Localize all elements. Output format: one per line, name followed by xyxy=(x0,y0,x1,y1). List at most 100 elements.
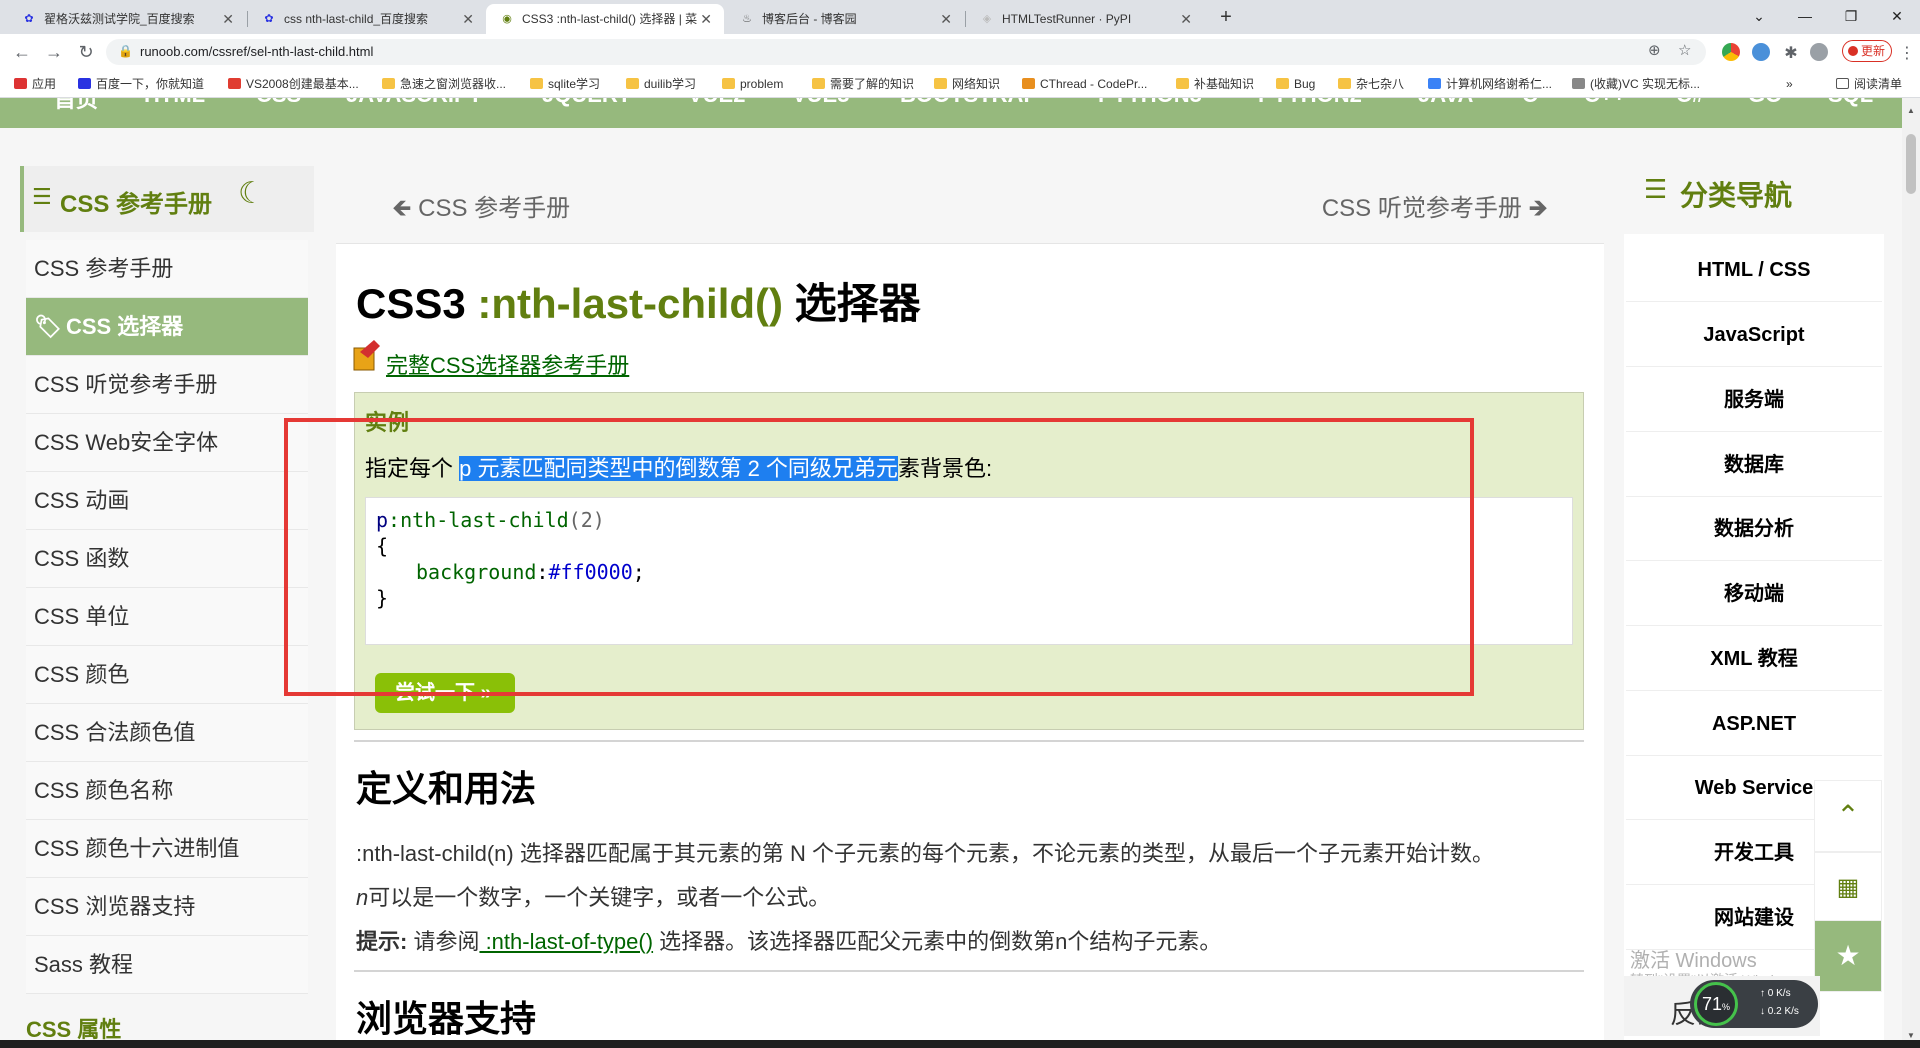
extensions-puzzle-icon[interactable]: ✱ xyxy=(1782,43,1800,62)
translate-extension-icon[interactable] xyxy=(1752,43,1770,61)
bookmark-folder[interactable]: 急速之窗浏览器收... xyxy=(382,70,506,98)
nav-item[interactable]: VUE3 xyxy=(792,98,849,108)
back-icon[interactable]: ← xyxy=(8,38,36,66)
sidebar-item[interactable]: CSS 动画 xyxy=(26,472,308,530)
close-icon[interactable]: ✕ xyxy=(700,4,712,34)
csdn-icon xyxy=(228,78,241,89)
sidebar-item[interactable]: Sass 教程 xyxy=(26,936,308,994)
bookmark-folder[interactable]: duilib学习 xyxy=(626,70,696,98)
nav-item[interactable]: VUE2 xyxy=(688,98,745,108)
category-item[interactable]: 服务端 xyxy=(1626,368,1882,432)
sidebar-item[interactable]: CSS 浏览器支持 xyxy=(26,878,308,936)
folder-icon xyxy=(1276,78,1289,89)
nav-item[interactable]: SQL xyxy=(1828,98,1873,108)
bookmark-item[interactable]: VS2008创建最基本... xyxy=(228,70,359,98)
bookmark-folder[interactable]: 需要了解的知识 xyxy=(812,70,914,98)
tab-pypi[interactable]: ◈ HTMLTestRunner · PyPI ✕ xyxy=(966,4,1204,34)
bookmark-folder[interactable]: 网络知识 xyxy=(934,70,1000,98)
sidebar-item[interactable]: CSS 单位 xyxy=(26,588,308,646)
nav-item[interactable]: JQUERY xyxy=(542,98,632,108)
bookmark-folder[interactable]: 补基础知识 xyxy=(1176,70,1254,98)
dark-mode-moon-icon[interactable]: ☾ xyxy=(238,176,265,211)
category-item[interactable]: JavaScript xyxy=(1626,303,1882,367)
url-text[interactable]: runoob.com/cssref/sel-nth-last-child.htm… xyxy=(140,39,373,65)
tab-cnblogs[interactable]: ♨ 博客后台 - 博客园 ✕ xyxy=(726,4,964,34)
sidebar-item-css-reference[interactable]: CSS 参考手册 xyxy=(26,240,308,298)
bookmark-folder[interactable]: sqlite学习 xyxy=(530,70,600,98)
bookmark-item[interactable]: 百度一下，你就知道 xyxy=(78,70,204,98)
nth-last-of-type-link[interactable]: :nth-last-of-type() xyxy=(479,929,654,954)
tab-baidu-search-1[interactable]: ✿ 翟格沃兹测试学院_百度搜索 ✕ xyxy=(8,4,246,34)
bookmark-folder[interactable]: problem xyxy=(722,70,783,98)
bookmark-item[interactable]: 计算机网络谢希仁... xyxy=(1428,70,1552,98)
category-item[interactable]: 数据分析 xyxy=(1626,497,1882,561)
nav-item[interactable]: PYTHON3 xyxy=(1098,98,1202,108)
sidebar-item[interactable]: CSS 函数 xyxy=(26,530,308,588)
category-item[interactable]: 数据库 xyxy=(1626,433,1882,497)
forward-icon[interactable]: → xyxy=(40,38,68,66)
nav-item[interactable]: PYTHON2 xyxy=(1258,98,1362,108)
page-scrollbar[interactable]: ▲ ▼ xyxy=(1902,98,1920,1048)
lock-icon[interactable]: 🔒 xyxy=(118,44,133,58)
reading-list-button[interactable]: 阅读清单 xyxy=(1836,70,1902,98)
bookmark-apps[interactable]: 应用 xyxy=(14,70,56,98)
tab-search-icon[interactable]: ⌄ xyxy=(1736,0,1782,34)
scroll-down-arrow-icon[interactable]: ▼ xyxy=(1907,1031,1915,1040)
profile-avatar-icon[interactable] xyxy=(1810,43,1828,61)
minimize-icon[interactable]: — xyxy=(1782,0,1828,34)
nav-item[interactable]: JAVASCRIPT xyxy=(346,98,482,108)
sidebar-item-css-selectors[interactable]: 🏷 CSS 选择器 xyxy=(26,298,308,356)
nav-item[interactable]: C xyxy=(1522,98,1538,108)
nav-item[interactable]: GO xyxy=(1748,98,1782,108)
nav-item[interactable]: C++ xyxy=(1584,98,1626,108)
category-item[interactable]: HTML / CSS xyxy=(1626,238,1882,302)
sidebar-item[interactable]: CSS 颜色十六进制值 xyxy=(26,820,308,878)
scrollbar-thumb[interactable] xyxy=(1906,134,1916,194)
category-item[interactable]: 移动端 xyxy=(1626,562,1882,626)
close-icon[interactable]: ✕ xyxy=(222,4,234,34)
menu-kebab-icon[interactable]: ⋮ xyxy=(1898,43,1916,62)
nav-item[interactable]: CSS xyxy=(256,98,301,108)
zoom-icon[interactable]: ⊕ xyxy=(1648,41,1661,59)
bookmark-item[interactable]: CThread - CodePr... xyxy=(1022,70,1147,98)
nav-item[interactable]: HTML xyxy=(144,98,205,108)
network-speed-widget[interactable]: 71% ↑ 0 K/s ↓ 0.2 K/s xyxy=(1690,980,1818,1028)
full-selector-reference-link[interactable]: 完整CSS选择器参考手册 xyxy=(386,348,629,380)
nav-item[interactable]: 首页 xyxy=(54,98,98,114)
update-button[interactable]: 更新 xyxy=(1842,40,1892,62)
tab-baidu-search-2[interactable]: ✿ css nth-last-child_百度搜索 ✕ xyxy=(248,4,486,34)
bookmark-item[interactable]: (收藏)VC 实现无标... xyxy=(1572,70,1700,98)
close-icon[interactable]: ✕ xyxy=(940,4,952,34)
favorite-star-icon[interactable]: ★ xyxy=(1814,920,1882,992)
category-item[interactable]: XML 教程 xyxy=(1626,627,1882,691)
bookmarks-overflow-button[interactable]: » xyxy=(1786,70,1793,98)
nav-item[interactable]: JAVA xyxy=(1418,98,1473,108)
bookmark-folder[interactable]: 杂七杂八 xyxy=(1338,70,1404,98)
folder-icon xyxy=(382,78,395,89)
next-page-link[interactable]: CSS 听觉参考手册 🡺 xyxy=(1322,188,1548,232)
category-item[interactable]: ASP.NET xyxy=(1626,692,1882,756)
close-icon[interactable]: ✕ xyxy=(462,4,474,34)
nav-item[interactable]: BOOTSTRAP xyxy=(900,98,1038,108)
tip-paragraph: 提示: 请参阅 :nth-last-of-type() 选择器。该选择器匹配父元… xyxy=(356,929,1222,954)
restore-icon[interactable]: ❐ xyxy=(1828,0,1874,34)
qr-code-icon[interactable]: ▦ xyxy=(1814,852,1882,924)
close-icon[interactable]: ✕ xyxy=(1180,4,1192,34)
bookmark-star-icon[interactable]: ☆ xyxy=(1678,41,1691,59)
sidebar-item[interactable]: CSS 合法颜色值 xyxy=(26,704,308,762)
sidebar-item[interactable]: CSS 颜色 xyxy=(26,646,308,704)
sidebar-item[interactable]: CSS Web安全字体 xyxy=(26,414,308,472)
close-window-icon[interactable]: ✕ xyxy=(1874,0,1920,34)
scroll-up-arrow-icon[interactable]: ▲ xyxy=(1907,106,1915,115)
new-tab-button[interactable]: + xyxy=(1212,4,1240,32)
sidebar-item[interactable]: CSS 听觉参考手册 xyxy=(26,356,308,414)
bookmark-folder[interactable]: Bug xyxy=(1276,70,1315,98)
chrome-extension-icon[interactable] xyxy=(1722,43,1740,61)
prev-page-link[interactable]: 🡸 CSS 参考手册 xyxy=(392,188,570,232)
nav-item[interactable]: C# xyxy=(1676,98,1704,108)
sidebar-item[interactable]: CSS 颜色名称 xyxy=(26,762,308,820)
tab-runoob-active[interactable]: ◉ CSS3 :nth-last-child() 选择器 | 菜 ✕ xyxy=(486,4,724,34)
address-bar[interactable]: 🔒 runoob.com/cssref/sel-nth-last-child.h… xyxy=(106,39,1706,65)
reload-icon[interactable]: ↻ xyxy=(72,38,100,66)
back-to-top-chevron-icon[interactable]: ⌃ xyxy=(1814,780,1882,852)
